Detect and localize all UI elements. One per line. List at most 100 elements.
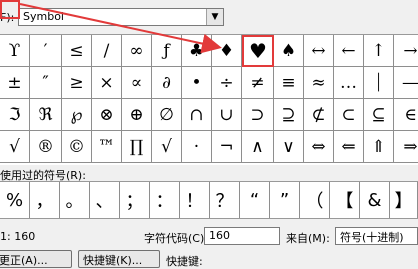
symbol-cell[interactable]: ♦ [212,35,242,67]
recent-symbol-glyph: ： [155,191,174,212]
char-code-label: 字符代码(C): [144,232,208,245]
symbol-cell[interactable]: ≈ [304,67,334,99]
symbol-cell[interactable]: √ [152,131,182,163]
symbol-cell[interactable]: ¬ [212,131,242,163]
symbol-cell[interactable]: ⊆ [364,99,394,131]
shortcut-key-button[interactable]: 快捷键(K)... [78,250,160,268]
symbol-cell[interactable]: ♣ [182,35,212,67]
recent-symbol-cell[interactable]: “ [240,182,270,218]
symbol-glyph: ⊄ [311,104,326,125]
recent-symbol-cell[interactable]: ； [120,182,150,218]
symbol-cell[interactable]: ↔ [304,35,334,67]
symbol-cell[interactable]: ℘ [62,99,92,131]
symbol-glyph: ℜ [38,104,53,125]
symbol-glyph: ⇔ [311,136,326,157]
selected-symbol-cell[interactable]: ♥ [242,35,274,67]
symbol-cell[interactable]: ⊂ [334,99,364,131]
recent-symbol-cell[interactable]: % [0,182,30,218]
symbol-cell[interactable]: → [394,35,418,67]
symbol-cell[interactable]: — [394,67,418,99]
symbol-glyph: × [99,72,114,93]
symbol-glyph: ∏ [129,136,144,157]
symbol-glyph: ⇑ [371,136,386,157]
recent-symbol-cell[interactable]: ” [270,182,300,218]
recent-symbol-cell[interactable]: 】 [390,182,418,218]
symbol-cell[interactable]: ∕ [92,35,122,67]
recent-symbol-cell[interactable]: ： [150,182,180,218]
recent-symbol-cell[interactable]: & [360,182,390,218]
recent-symbol-cell[interactable]: ？ [210,182,240,218]
symbol-cell[interactable]: ≡ [274,67,304,99]
symbol-cell[interactable]: ⇔ [304,131,334,163]
symbol-glyph: ′ [43,40,48,61]
symbol-glyph: ∧ [251,136,264,157]
symbol-cell[interactable]: ∩ [182,99,212,131]
symbol-cell[interactable]: ⇑ [364,131,394,163]
symbol-cell[interactable]: ÷ [212,67,242,99]
symbol-cell[interactable]: ∂ [152,67,182,99]
symbol-cell[interactable]: ƒ [152,35,182,67]
autocorrect-button[interactable]: 更正(A)... [0,250,72,268]
recent-symbol-cell[interactable]: 、 [90,182,120,218]
symbol-cell[interactable]: © [62,131,92,163]
highlight-box [0,0,20,19]
recent-symbol-cell[interactable]: 【 [330,182,360,218]
recent-symbol-glyph: “ [249,189,260,211]
symbol-cell[interactable]: ™ [92,131,122,163]
symbol-glyph: ⊇ [281,104,296,125]
symbol-cell[interactable]: ♠ [274,35,304,67]
symbol-cell[interactable]: ℑ [0,99,30,131]
recent-symbol-cell[interactable]: （ [300,182,330,218]
symbol-glyph: ℑ [8,104,21,125]
symbol-cell[interactable]: ″ [30,67,62,99]
chevron-down-icon[interactable]: ▼ [206,9,223,25]
symbol-glyph: ÷ [219,72,234,93]
symbol-cell[interactable]: · [182,131,212,163]
recent-symbol-cell[interactable]: ， [30,182,60,218]
symbol-cell[interactable]: ϒ [0,35,30,67]
symbol-cell[interactable]: ± [0,67,30,99]
char-code-input[interactable]: 160 [204,227,280,245]
symbol-cell[interactable]: √ [0,131,30,163]
recent-symbol-cell[interactable]: ！ [180,182,210,218]
symbol-cell[interactable]: ⊕ [122,99,152,131]
symbol-cell[interactable]: ⇐ [334,131,364,163]
symbol-cell[interactable]: ⇒ [394,131,418,163]
symbol-cell[interactable]: ← [334,35,364,67]
symbol-cell[interactable]: ⊃ [242,99,274,131]
symbol-cell[interactable]: ℜ [30,99,62,131]
symbol-cell[interactable]: ⊇ [274,99,304,131]
symbol-cell[interactable]: ∞ [122,35,152,67]
symbol-cell[interactable]: ∨ [274,131,304,163]
symbol-cell[interactable]: ⊄ [304,99,334,131]
symbol-cell[interactable]: ∪ [212,99,242,131]
symbol-glyph: ∅ [159,104,174,125]
symbol-cell[interactable]: ∅ [152,99,182,131]
symbol-glyph: ∈ [404,104,417,125]
symbol-glyph: ♣ [188,40,205,61]
recent-symbol-glyph: ？ [215,191,234,212]
symbol-cell[interactable]: ⏐ [364,67,394,99]
symbol-cell[interactable]: ⊗ [92,99,122,131]
symbol-glyph: ♠ [280,40,297,61]
symbol-cell[interactable]: ↑ [364,35,394,67]
symbol-cell[interactable]: ∈ [394,99,418,131]
symbol-cell[interactable]: ∏ [122,131,152,163]
recent-symbol-glyph: ； [125,191,144,212]
recent-symbol-cell[interactable]: 。 [60,182,90,218]
symbol-cell[interactable]: … [334,67,364,99]
symbol-glyph: ∩ [189,104,204,125]
symbol-cell[interactable]: ® [30,131,62,163]
symbol-cell[interactable]: ≤ [62,35,92,67]
symbol-cell[interactable]: ≥ [62,67,92,99]
recent-symbol-glyph: ” [279,189,290,211]
font-select[interactable]: Symbol ▼ [18,8,224,26]
symbol-cell[interactable]: • [182,67,212,99]
symbol-cell[interactable]: ′ [30,35,62,67]
from-select[interactable]: 符号(十进制) [335,227,418,245]
symbol-cell[interactable]: ∝ [122,67,152,99]
symbol-cell[interactable]: ∧ [242,131,274,163]
symbol-cell[interactable]: ≠ [242,67,274,99]
recent-symbol-glyph: ， [35,191,54,212]
symbol-cell[interactable]: × [92,67,122,99]
